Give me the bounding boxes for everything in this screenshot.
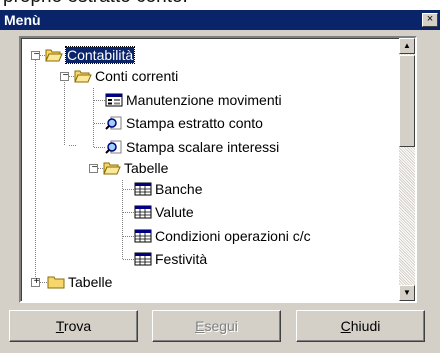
collapse-tabelle-toggle[interactable]: − (89, 162, 98, 173)
closed-folder-icon (47, 276, 65, 289)
trova-button[interactable]: Trova (9, 310, 138, 342)
tree-node-stampa-estratto-conto[interactable]: Stampa estratto conto (105, 113, 263, 133)
title-bar: Menù × (0, 10, 440, 30)
tree-view[interactable]: − − − + Contabilità Conti correnti Manut… (19, 36, 417, 303)
collapse-contabilita-toggle[interactable]: − (31, 49, 40, 60)
open-folder-icon (74, 70, 92, 83)
tree-node-label: Manutenzione movimenti (126, 92, 282, 108)
tree-node-contabilita[interactable]: Contabilità (45, 45, 136, 65)
vertical-scrollbar[interactable]: ▲ ▼ (399, 38, 415, 301)
tree-node-label: Condizioni operazioni c/c (155, 228, 311, 244)
esegui-button[interactable]: Esegui (152, 310, 281, 342)
tree-node-manutenzione-movimenti[interactable]: Manutenzione movimenti (105, 90, 282, 110)
table-icon (134, 205, 152, 219)
tree-node-label: Conti correnti (95, 68, 179, 84)
table-icon (134, 229, 152, 243)
menu-dialog: Menù × − − − + Contabilità Conti corrent… (0, 10, 440, 353)
scroll-down-button[interactable]: ▼ (399, 285, 415, 301)
expand-tabelle-toggle[interactable]: + (31, 276, 40, 287)
tree-node-tabelle-inner[interactable]: Tabelle (103, 158, 168, 178)
print-preview-icon (105, 116, 122, 130)
tree-node-label: Festività (155, 251, 208, 267)
tree-node-label: Banche (155, 181, 203, 197)
background-text: proprio estratto conto. (3, 0, 188, 8)
tree-node-stampa-scalare-interessi[interactable]: Stampa scalare interessi (105, 137, 279, 157)
tree-node-label: Tabelle (68, 274, 113, 290)
tree-node-label: Valute (155, 204, 194, 220)
open-folder-icon (103, 162, 121, 175)
collapse-conti-correnti-toggle[interactable]: − (60, 70, 69, 81)
scroll-thumb[interactable] (399, 55, 415, 147)
window-title: Menù (4, 12, 41, 28)
chiudi-button[interactable]: Chiudi (296, 310, 425, 342)
open-folder-icon (45, 49, 63, 62)
print-preview-icon (105, 140, 122, 154)
tree-node-label: Tabelle (124, 160, 169, 176)
tree-node-banche[interactable]: Banche (134, 179, 202, 199)
tree-node-label: Stampa scalare interessi (126, 139, 280, 155)
table-icon (134, 182, 152, 196)
scroll-up-button[interactable]: ▲ (399, 38, 415, 54)
tree-node-label: Contabilità (64, 46, 136, 64)
form-window-icon (105, 93, 123, 107)
tree-node-conti-correnti[interactable]: Conti correnti (74, 66, 178, 86)
tree-node-label: Stampa estratto conto (126, 115, 263, 131)
table-icon (134, 252, 152, 266)
tree-node-tabelle-outer[interactable]: Tabelle (47, 272, 112, 292)
tree-node-valute[interactable]: Valute (134, 202, 194, 222)
tree-node-festivita[interactable]: Festività (134, 249, 207, 269)
tree-node-condizioni-operazioni[interactable]: Condizioni operazioni c/c (134, 226, 311, 246)
close-button[interactable]: × (422, 13, 438, 27)
